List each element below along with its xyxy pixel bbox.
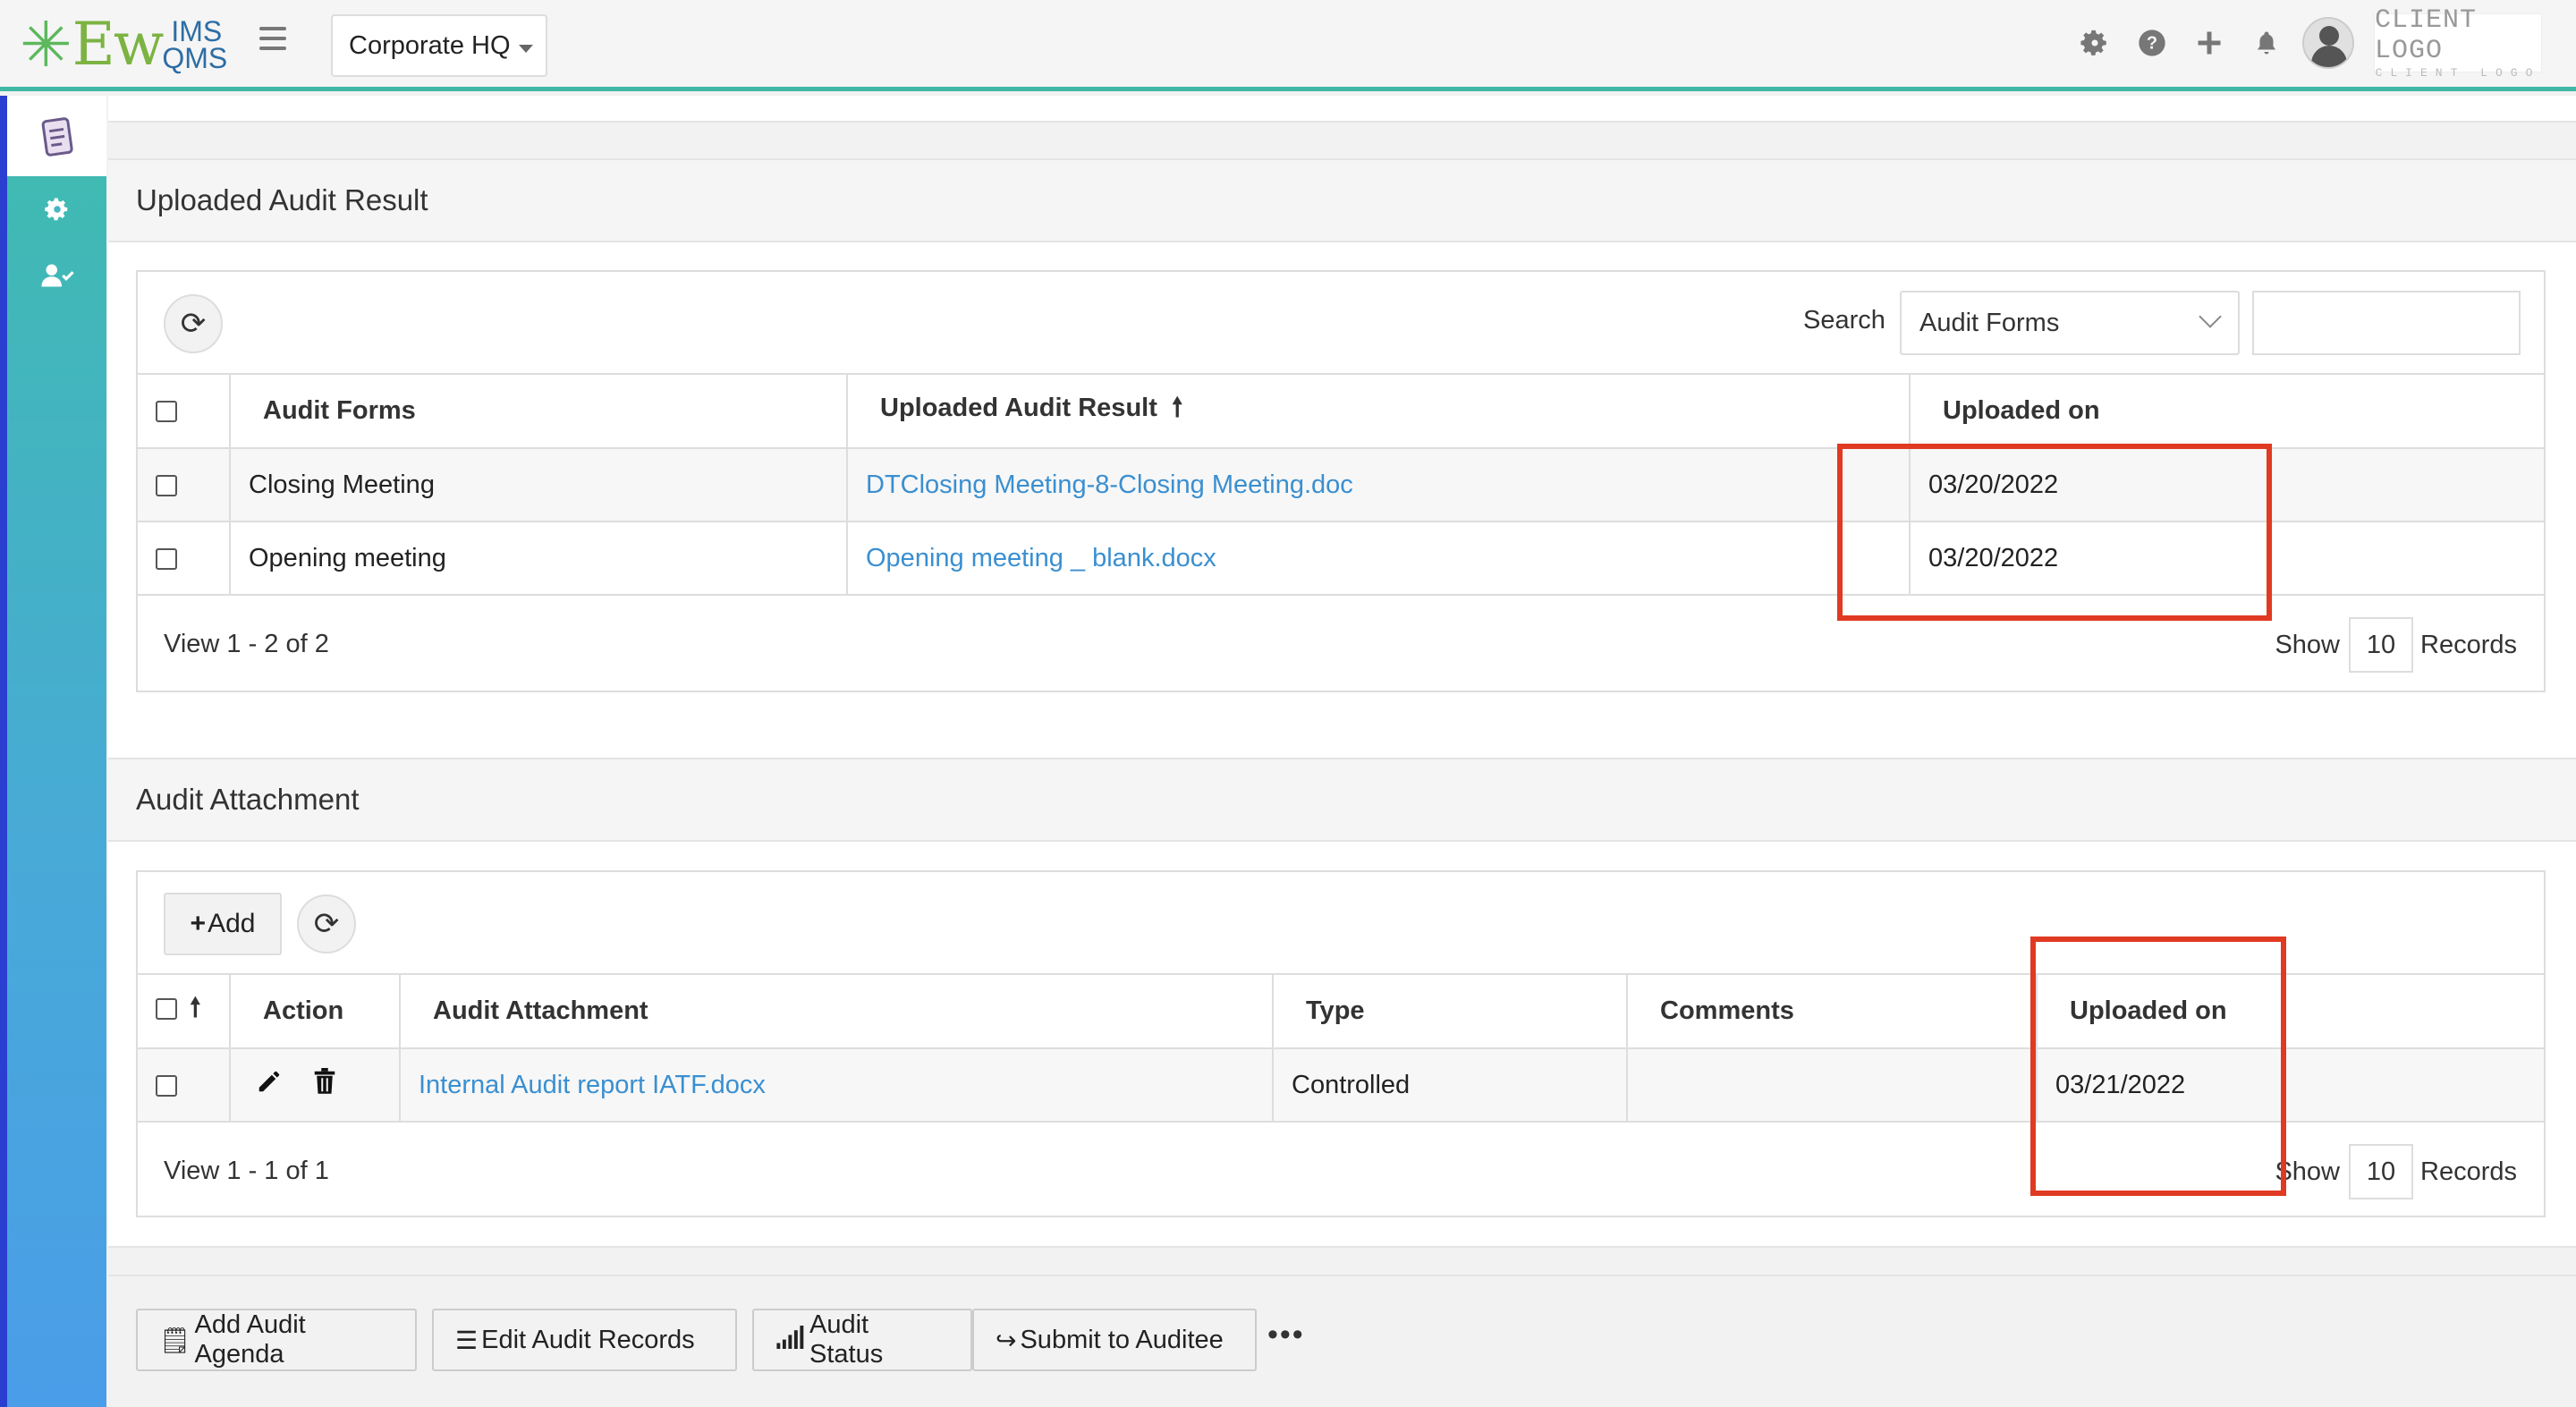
logo-star-icon: ✳ <box>20 10 72 80</box>
row-checkbox[interactable] <box>156 547 177 570</box>
logo-text: Ew <box>72 10 165 79</box>
view-count: View 1 - 1 of 1 <box>164 1157 329 1185</box>
delete-trash-icon[interactable] <box>313 1068 336 1102</box>
cell-form: Opening meeting <box>230 521 848 596</box>
search-field-select[interactable]: Audit Forms <box>1900 291 2240 355</box>
more-options-icon[interactable]: ••• <box>1267 1318 1305 1352</box>
sort-up-icon: 🠕 <box>190 994 201 1022</box>
help-icon[interactable]: ? <box>2136 27 2168 59</box>
col-header[interactable]: Type <box>1273 975 1628 1049</box>
refresh-button[interactable]: ⟳ <box>297 894 356 954</box>
file-link[interactable]: DTClosing Meeting-8-Closing Meeting.doc <box>866 470 1353 499</box>
view-count: View 1 - 2 of 2 <box>164 630 329 658</box>
refresh-icon: ⟳ <box>180 307 207 341</box>
main-content: Uploaded Audit Result ⟳ Search Audit For… <box>108 96 2576 1407</box>
col-header[interactable]: Audit Forms <box>230 375 848 449</box>
share-arrow-icon: ↪ <box>996 1326 1017 1354</box>
col-header: Action <box>230 975 401 1049</box>
top-icons: ? CLIENT LOGO CLIENT LOGO <box>2054 0 2576 85</box>
highlight-box <box>1837 444 2272 621</box>
page-size-select[interactable]: 10 <box>2349 617 2413 673</box>
highlight-box <box>2030 937 2286 1196</box>
cell-type: Controlled <box>1273 1048 1628 1123</box>
add-attachment-button[interactable]: + Add <box>164 893 282 955</box>
sidenav-settings-icon[interactable] <box>7 176 106 242</box>
audit-status-button[interactable]: Audit Status <box>752 1309 972 1371</box>
top-bar: ✳ Ew IMS QMS Corporate HQ ? CLIENT LOGO … <box>0 0 2576 91</box>
side-nav <box>0 96 106 1407</box>
app-logo[interactable]: ✳ Ew IMS QMS <box>20 9 233 81</box>
caret-down-icon <box>519 45 533 53</box>
edit-audit-records-button[interactable]: ☰ Edit Audit Records <box>432 1309 737 1371</box>
submit-to-auditee-button[interactable]: ↪ Submit to Auditee <box>972 1309 1257 1371</box>
edit-pencil-icon[interactable] <box>256 1068 283 1102</box>
col-header[interactable]: Uploaded on <box>1910 375 2544 449</box>
sidenav-audit-icon[interactable] <box>7 96 106 176</box>
plus-icon: + <box>190 909 207 938</box>
panel-title: Uploaded Audit Result <box>108 160 2576 242</box>
col-header[interactable]: Comments <box>1627 975 2038 1049</box>
refresh-icon: ⟳ <box>313 907 340 941</box>
agenda-icon: 🗒 <box>159 1326 191 1354</box>
sort-up-icon: 🠕 <box>1171 394 1183 422</box>
add-audit-agenda-button[interactable]: 🗒 Add Audit Agenda <box>136 1309 417 1371</box>
table-header-row: Audit Forms Uploaded Audit Result 🠕 Uplo… <box>138 375 2544 449</box>
user-avatar[interactable] <box>2302 16 2354 69</box>
search-label: Search <box>1803 306 1885 335</box>
cell-comments <box>1627 1048 2038 1123</box>
refresh-button[interactable]: ⟳ <box>164 294 223 353</box>
page-size-select[interactable]: 10 <box>2349 1144 2413 1199</box>
signal-bars-icon <box>775 1325 806 1355</box>
cell-form: Closing Meeting <box>230 448 848 522</box>
list-icon: ☰ <box>455 1326 479 1354</box>
logo-qms: QMS <box>162 42 228 74</box>
select-all-checkbox[interactable] <box>156 998 177 1021</box>
site-selector-value: Corporate HQ <box>349 30 511 60</box>
sidenav-user-check-icon[interactable] <box>7 242 106 309</box>
select-all-checkbox[interactable] <box>156 401 177 423</box>
add-icon[interactable] <box>2193 27 2225 59</box>
notification-bell-icon[interactable] <box>2250 27 2283 59</box>
client-logo: CLIENT LOGO CLIENT LOGO <box>2374 5 2542 80</box>
site-selector[interactable]: Corporate HQ <box>331 14 547 77</box>
row-checkbox[interactable] <box>156 474 177 496</box>
svg-text:?: ? <box>2147 33 2157 53</box>
chevron-down-icon <box>2199 305 2222 328</box>
col-header[interactable]: Uploaded Audit Result 🠕 <box>847 375 1911 449</box>
file-link[interactable]: Internal Audit report IATF.docx <box>419 1071 766 1099</box>
file-link[interactable]: Opening meeting _ blank.docx <box>866 544 1216 572</box>
row-checkbox[interactable] <box>156 1074 177 1097</box>
settings-gear-icon[interactable] <box>2079 27 2111 59</box>
col-header[interactable]: Audit Attachment <box>400 975 1274 1049</box>
search-input[interactable] <box>2252 291 2521 355</box>
action-bar: 🗒 Add Audit Agenda ☰ Edit Audit Records Au… <box>108 1275 2576 1407</box>
menu-toggle-icon[interactable] <box>259 27 286 50</box>
panel-title: Audit Attachment <box>108 759 2576 842</box>
